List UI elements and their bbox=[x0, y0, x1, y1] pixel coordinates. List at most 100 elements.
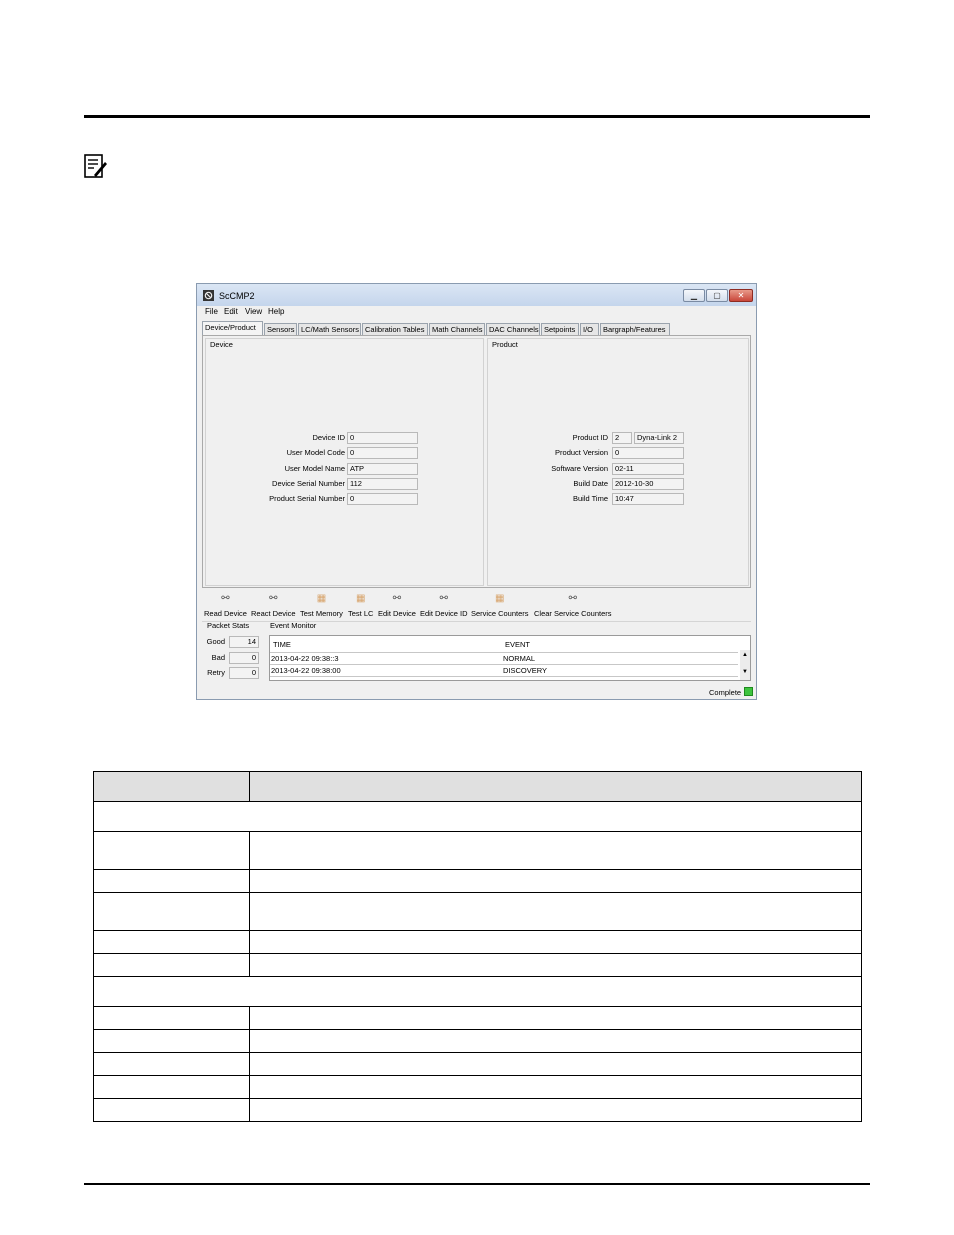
product-group-title: Product bbox=[492, 340, 518, 349]
time-column-header[interactable]: TIME bbox=[273, 638, 291, 652]
edit-device-label: Edit Device bbox=[378, 609, 416, 618]
device-group: Device Device ID 0 User Model Code 0 Use… bbox=[205, 338, 484, 586]
service-counters-button[interactable]: ▦ Service Counters bbox=[471, 593, 529, 618]
table-header-row bbox=[93, 771, 862, 802]
product-version-field[interactable]: 0 bbox=[612, 447, 684, 459]
retry-label: Retry bbox=[207, 668, 225, 677]
test-memory-label: Test Memory bbox=[300, 609, 343, 618]
react-device-button[interactable]: ⚯ React Device bbox=[251, 593, 296, 618]
table-cell bbox=[249, 1075, 862, 1099]
tab-setpoints[interactable]: Setpoints bbox=[541, 323, 579, 335]
build-time-field[interactable]: 10:47 bbox=[612, 493, 684, 505]
tab-io[interactable]: I/O bbox=[580, 323, 599, 335]
table-row bbox=[93, 930, 862, 954]
product-serial-field[interactable]: 0 bbox=[347, 493, 418, 505]
status-indicator bbox=[744, 687, 753, 696]
table-row bbox=[93, 1029, 862, 1053]
table-cell bbox=[93, 1052, 250, 1076]
build-date-field[interactable]: 2012-10-30 bbox=[612, 478, 684, 490]
edit-device-id-button[interactable]: ⚯ Edit Device ID bbox=[420, 593, 468, 618]
tab-math-channels[interactable]: Math Channels bbox=[429, 323, 485, 335]
product-version-label: Product Version bbox=[555, 448, 608, 457]
table-cell bbox=[93, 953, 250, 977]
user-model-code-field[interactable]: 0 bbox=[347, 447, 418, 459]
device-product-panel: Device Device ID 0 User Model Code 0 Use… bbox=[202, 335, 751, 588]
menu-help[interactable]: Help bbox=[268, 307, 284, 316]
table-cell bbox=[249, 892, 862, 931]
tab-lc-math-sensors[interactable]: LC/Math Sensors bbox=[298, 323, 361, 335]
close-button[interactable]: ✕ bbox=[729, 289, 753, 302]
maximize-button[interactable]: ▢ bbox=[706, 289, 728, 302]
good-label: Good bbox=[206, 637, 225, 646]
good-count: 14 bbox=[229, 636, 259, 648]
retry-count: 0 bbox=[229, 667, 259, 679]
note-icon bbox=[84, 154, 107, 178]
tab-sensors[interactable]: Sensors bbox=[264, 323, 297, 335]
link-icon: ⚯ bbox=[392, 593, 402, 604]
event-monitor-title: Event Monitor bbox=[270, 621, 317, 630]
table-cell bbox=[249, 1052, 862, 1076]
test-memory-button[interactable]: ▦ Test Memory bbox=[300, 593, 343, 618]
table-cell bbox=[249, 1006, 862, 1030]
app-window: ScCMP2 ▁ ▢ ✕ File Edit View Help Device/… bbox=[196, 283, 757, 700]
bad-count: 0 bbox=[229, 652, 259, 664]
table-row[interactable]: 2013-04-22 09:38::3 NORMAL bbox=[270, 652, 738, 664]
read-device-button[interactable]: ⚯ Read Device bbox=[204, 593, 247, 618]
menu-edit[interactable]: Edit bbox=[224, 307, 238, 316]
user-model-name-label: User Model Name bbox=[284, 464, 345, 473]
test-lc-label: Test LC bbox=[348, 609, 374, 618]
tab-dac-channels[interactable]: DAC Channels bbox=[486, 323, 540, 335]
description-table bbox=[93, 771, 862, 1122]
table-cell bbox=[93, 831, 250, 870]
table-section-cell bbox=[93, 976, 862, 1007]
table-section-row bbox=[93, 976, 862, 1007]
software-version-field[interactable]: 02-11 bbox=[612, 463, 684, 475]
software-version-label: Software Version bbox=[551, 464, 608, 473]
device-serial-field[interactable]: 112 bbox=[347, 478, 418, 490]
user-model-name-field[interactable]: ATP bbox=[347, 463, 418, 475]
table-row bbox=[93, 1075, 862, 1099]
product-serial-label: Product Serial Number bbox=[269, 494, 345, 503]
clear-service-counters-button[interactable]: ⚯ Clear Service Counters bbox=[534, 593, 612, 618]
edit-device-id-label: Edit Device ID bbox=[420, 609, 468, 618]
tab-device-product[interactable]: Device/Product bbox=[202, 321, 263, 335]
table-section-row bbox=[93, 801, 862, 832]
table-row-partial[interactable] bbox=[270, 676, 738, 680]
time-cell: 2013-04-22 09:38::3 bbox=[271, 654, 339, 663]
tab-calibration-tables[interactable]: Calibration Tables bbox=[362, 323, 428, 335]
scroll-up-icon[interactable]: ▲ bbox=[742, 652, 748, 658]
title-bar: ScCMP2 ▁ ▢ ✕ bbox=[197, 284, 756, 306]
device-id-label: Device ID bbox=[312, 433, 345, 442]
device-id-field[interactable]: 0 bbox=[347, 432, 418, 444]
menu-view[interactable]: View bbox=[245, 307, 262, 316]
table-row bbox=[93, 953, 862, 977]
tab-bargraph-features[interactable]: Bargraph/Features bbox=[600, 323, 670, 335]
build-time-label: Build Time bbox=[572, 494, 608, 503]
table-row bbox=[93, 1052, 862, 1076]
scroll-down-icon[interactable]: ▼ bbox=[742, 669, 748, 675]
table-row bbox=[93, 1006, 862, 1030]
event-monitor-table[interactable]: TIME EVENT 2013-04-22 09:38::3 NORMAL 20… bbox=[269, 635, 751, 681]
time-cell: 2013-04-22 09:38:00 bbox=[271, 666, 341, 675]
event-column-header[interactable]: EVENT bbox=[505, 638, 530, 652]
table-row[interactable]: 2013-04-22 09:38:00 DISCOVERY bbox=[270, 664, 738, 676]
minimize-button[interactable]: ▁ bbox=[683, 289, 705, 302]
table-section-cell bbox=[93, 801, 862, 832]
event-scrollbar[interactable]: ▲ ▼ bbox=[740, 650, 750, 680]
menu-file[interactable]: File bbox=[205, 307, 218, 316]
table-header-cell bbox=[249, 771, 862, 802]
table-cell bbox=[249, 953, 862, 977]
react-device-label: React Device bbox=[251, 609, 296, 618]
product-name-field[interactable]: Dyna-Link 2 bbox=[634, 432, 684, 444]
product-id-field[interactable]: 2 bbox=[612, 432, 632, 444]
device-serial-label: Device Serial Number bbox=[272, 479, 345, 488]
test-lc-button[interactable]: ▦ Test LC bbox=[348, 593, 373, 618]
table-row bbox=[93, 892, 862, 931]
edit-device-button[interactable]: ⚯ Edit Device bbox=[378, 593, 416, 618]
table-cell bbox=[93, 1098, 250, 1122]
table-cell bbox=[93, 1006, 250, 1030]
table-row bbox=[93, 1098, 862, 1122]
event-cell: NORMAL bbox=[503, 654, 536, 663]
table-cell bbox=[93, 930, 250, 954]
table-row bbox=[93, 831, 862, 870]
